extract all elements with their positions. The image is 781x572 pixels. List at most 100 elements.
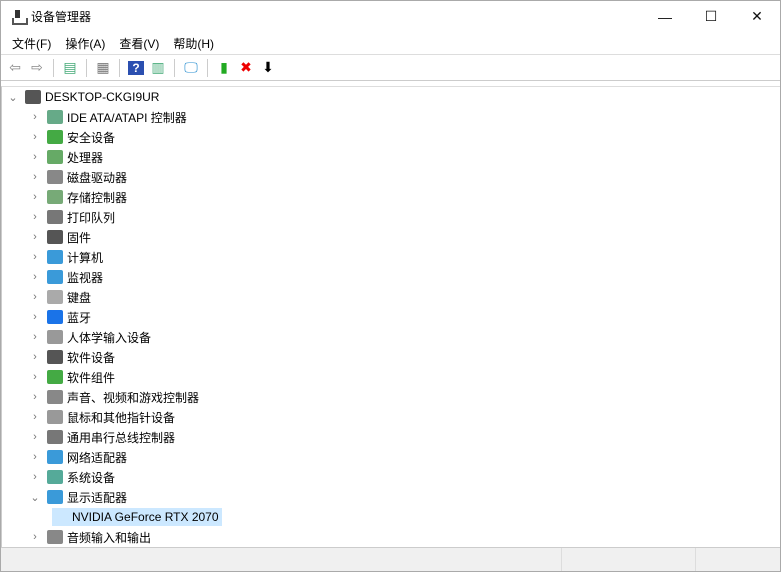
tree-category-icon: [47, 250, 63, 264]
expand-chevron-icon[interactable]: ›: [28, 251, 42, 263]
tree-category-label: 键盘: [67, 290, 92, 305]
tree-category-icon: [47, 530, 63, 544]
tree-category[interactable]: › 音频输入和输出: [28, 527, 151, 547]
window-title: 设备管理器: [31, 10, 92, 24]
expand-chevron-icon[interactable]: ›: [28, 171, 42, 183]
tree-category[interactable]: › 存储控制器: [28, 187, 127, 207]
tree-category-label: 人体学输入设备: [67, 330, 152, 345]
tree-category[interactable]: › 鼠标和其他指针设备: [28, 407, 175, 427]
expand-chevron-icon[interactable]: ›: [28, 151, 42, 163]
tree-category[interactable]: › 处理器: [28, 147, 103, 167]
tree-category-icon: [47, 130, 63, 144]
tree-device-gpu[interactable]: NVIDIA GeForce RTX 2070: [47, 507, 222, 527]
disable-device-button[interactable]: ⬇: [258, 58, 278, 78]
uninstall-icon: ✖: [240, 59, 252, 75]
menu-2[interactable]: 查看(V): [112, 35, 166, 52]
expand-chevron-icon[interactable]: ›: [28, 391, 42, 403]
back-button[interactable]: ⇦: [5, 58, 25, 78]
back-icon: ⇦: [9, 59, 21, 75]
expand-chevron-icon[interactable]: ›: [28, 211, 42, 223]
show-hide-console-tree-icon: ▤: [63, 59, 77, 75]
tree-category-icon: [47, 290, 63, 304]
forward-icon: ⇨: [31, 59, 43, 75]
menu-3[interactable]: 帮助(H): [166, 35, 221, 52]
tree-category-icon: [47, 410, 63, 424]
tree-category-icon: [47, 270, 63, 284]
tree-category-icon: [47, 370, 63, 384]
tree-category[interactable]: › 网络适配器: [28, 447, 127, 467]
tree-category[interactable]: ⌄ 显示适配器: [28, 487, 127, 507]
collapse-chevron-icon[interactable]: ⌄: [28, 491, 42, 504]
tree-category[interactable]: › 系统设备: [28, 467, 115, 487]
expand-chevron-icon[interactable]: ›: [28, 231, 42, 243]
expand-chevron-icon[interactable]: ›: [28, 431, 42, 443]
tree-category-label: 音频输入和输出: [67, 530, 152, 545]
expand-chevron-icon[interactable]: ›: [28, 351, 42, 363]
toolbar-separator: [119, 58, 120, 77]
properties-button[interactable]: ▦: [93, 58, 113, 78]
tree-category[interactable]: › IDE ATA/ATAPI 控制器: [28, 107, 187, 127]
tree-category[interactable]: › 监视器: [28, 267, 103, 287]
collapse-chevron-icon[interactable]: ⌄: [6, 91, 20, 104]
expand-chevron-icon[interactable]: ›: [28, 371, 42, 383]
tree-category-label: 磁盘驱动器: [67, 170, 128, 185]
tree-category[interactable]: › 软件组件: [28, 367, 115, 387]
title-bar: 设备管理器 — ☐ ✕: [1, 1, 780, 32]
device-tree[interactable]: ⌄ DESKTOP-CKGI9UR › IDE ATA/ATAPI 控制器 › 安全设备 ›…: [1, 86, 780, 548]
tree-category[interactable]: › 通用串行总线控制器: [28, 427, 175, 447]
device-manager-icon: [11, 9, 28, 25]
show-hide-console-tree-button[interactable]: ▤: [60, 58, 80, 78]
expand-chevron-icon[interactable]: ›: [28, 451, 42, 463]
tree-category[interactable]: › 安全设备: [28, 127, 115, 147]
scan-hardware-icon: 🖵: [184, 59, 198, 75]
tree-category-label: 通用串行总线控制器: [67, 430, 176, 445]
tree-category-icon: [47, 230, 63, 244]
tree-category[interactable]: › 软件设备: [28, 347, 115, 367]
status-pane-2: [562, 548, 696, 571]
status-pane-3: [696, 548, 780, 571]
expand-chevron-icon[interactable]: ›: [28, 291, 42, 303]
tree-category-label: 计算机: [67, 250, 104, 265]
tree-category[interactable]: › 打印队列: [28, 207, 115, 227]
action-pane-button[interactable]: ▥: [148, 58, 168, 78]
tree-category-label: 鼠标和其他指针设备: [67, 410, 176, 425]
forward-button[interactable]: ⇨: [27, 58, 47, 78]
expand-chevron-icon[interactable]: ›: [28, 311, 42, 323]
toolbar-separator: [174, 58, 175, 77]
expand-chevron-icon[interactable]: ›: [28, 411, 42, 423]
tree-root-computer-label: DESKTOP-CKGI9UR: [45, 90, 160, 104]
tree-category[interactable]: › 蓝牙: [28, 307, 91, 327]
help-button[interactable]: ?: [126, 58, 146, 78]
menu-1[interactable]: 操作(A): [58, 35, 112, 52]
tree-category[interactable]: › 磁盘驱动器: [28, 167, 127, 187]
scan-hardware-button[interactable]: 🖵: [181, 58, 201, 78]
toolbar: ⇦ ⇨ ▤ ▦? ▥ 🖵 ▮ ✖ ⬇: [1, 54, 780, 81]
uninstall-button[interactable]: ✖: [236, 58, 256, 78]
tree-category-label: 打印队列: [67, 210, 116, 225]
help-icon: ?: [128, 60, 144, 75]
tree-category-label: 显示适配器: [67, 490, 128, 505]
tree-category[interactable]: › 键盘: [28, 287, 91, 307]
expand-chevron-icon[interactable]: ›: [28, 191, 42, 203]
expand-chevron-icon[interactable]: ›: [28, 271, 42, 283]
expand-chevron-icon[interactable]: ›: [28, 111, 42, 123]
maximize-button[interactable]: ☐: [688, 1, 734, 32]
minimize-button[interactable]: —: [642, 1, 688, 32]
status-pane-main: [1, 548, 562, 571]
tree-category[interactable]: › 声音、视频和游戏控制器: [28, 387, 199, 407]
update-driver-button[interactable]: ▮: [214, 58, 234, 78]
tree-category[interactable]: › 人体学输入设备: [28, 327, 151, 347]
tree-category-label: 监视器: [67, 270, 104, 285]
expand-chevron-icon[interactable]: ›: [28, 471, 42, 483]
tree-category[interactable]: › 固件: [28, 227, 91, 247]
tree-category-label: 存储控制器: [67, 190, 128, 205]
tree-category-label: 软件组件: [67, 370, 116, 385]
close-button[interactable]: ✕: [734, 1, 780, 32]
expand-chevron-icon[interactable]: ›: [28, 131, 42, 143]
tree-category[interactable]: › 计算机: [28, 247, 103, 267]
menu-0[interactable]: 文件(F): [5, 35, 58, 52]
tree-category-icon: [47, 330, 63, 344]
tree-root-computer[interactable]: ⌄ DESKTOP-CKGI9UR: [6, 87, 159, 107]
expand-chevron-icon[interactable]: ›: [28, 331, 42, 343]
expand-chevron-icon[interactable]: ›: [28, 531, 42, 543]
